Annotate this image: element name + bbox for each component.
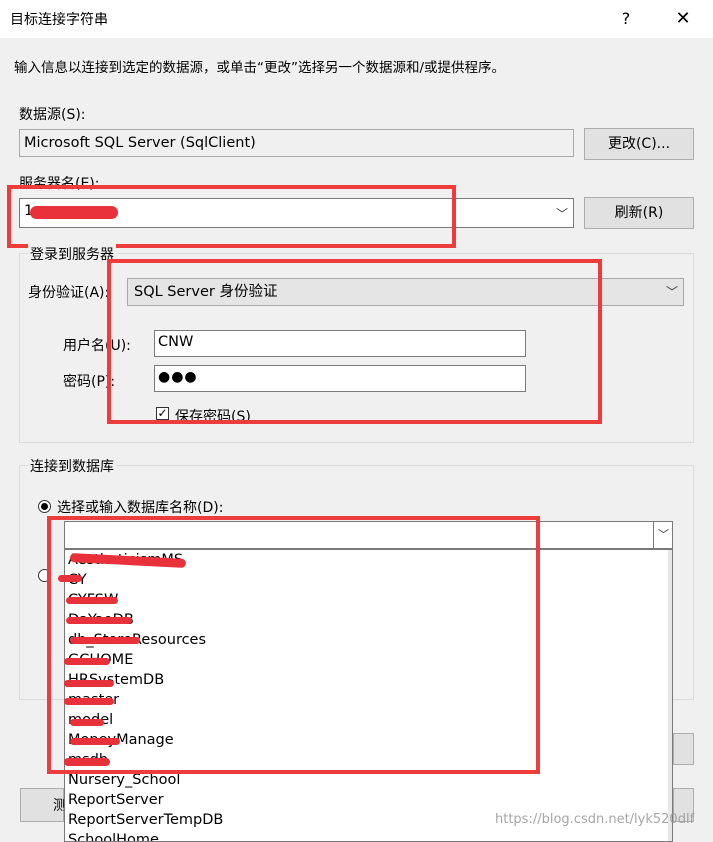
change-datasource-button[interactable]: 更改(C)... (584, 128, 694, 160)
test-connection-button-fragment[interactable] (673, 733, 694, 765)
close-button[interactable]: ✕ (660, 2, 706, 36)
chevron-down-icon[interactable]: ﹀ (666, 279, 678, 305)
refresh-button[interactable]: 刷新(R) (584, 197, 694, 229)
database-group-title: 连接到数据库 (28, 456, 116, 476)
chevron-down-icon[interactable]: ﹀ (556, 205, 568, 222)
annotation-box-database (47, 516, 540, 774)
watermark-text: https://blog.csdn.net/lyk520dlf (495, 812, 695, 827)
chevron-down-icon[interactable]: ﹀ (653, 522, 673, 548)
auth-label: 身份验证(A): (28, 285, 110, 301)
radio-selected-dot (41, 503, 48, 510)
dialog-description: 输入信息以连接到选定的数据源，或单击“更改”选择另一个数据源和/或提供程序。 (14, 60, 506, 76)
window-title: 目标连接字符串 (10, 12, 108, 28)
bottom-button-fragment[interactable]: 测 (20, 788, 67, 822)
dropdown-scrollbar[interactable] (668, 550, 672, 841)
database-list-item[interactable]: SchoolHome (65, 830, 672, 841)
datasource-label: 数据源(S): (19, 107, 86, 123)
select-database-radio[interactable] (38, 500, 51, 513)
annotation-box-login (107, 259, 602, 424)
select-database-label: 选择或输入数据库名称(D): (57, 500, 224, 516)
annotation-box-server (7, 185, 456, 248)
login-group-title: 登录到服务器 (28, 244, 116, 264)
database-list-item[interactable]: ReportServer (65, 790, 672, 810)
datasource-field: Microsoft SQL Server (SqlClient) (19, 129, 574, 157)
help-button[interactable]: ? (606, 2, 646, 36)
